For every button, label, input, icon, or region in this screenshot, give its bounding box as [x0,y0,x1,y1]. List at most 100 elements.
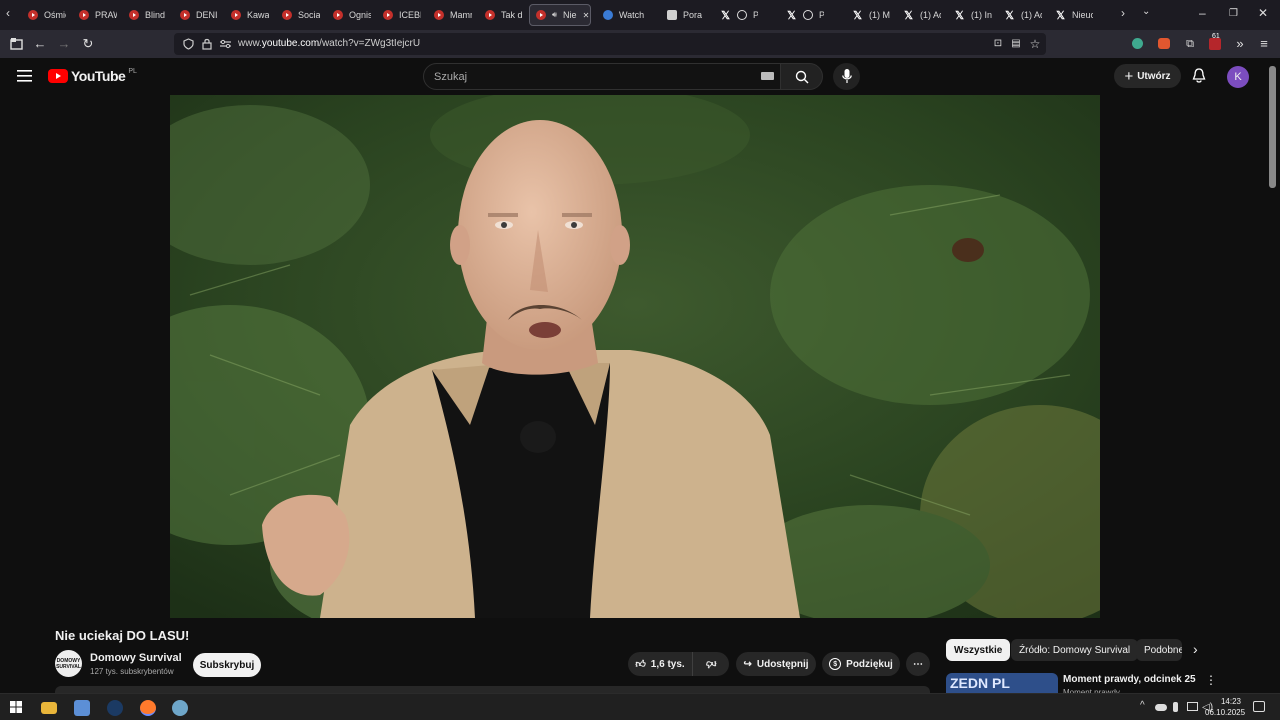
chip-all[interactable]: Wszystkie [946,639,1011,661]
channel-name[interactable]: Domowy Survival [90,652,182,664]
browser-tab[interactable]: Watch [597,4,657,26]
shield-icon[interactable] [183,38,194,50]
description-box[interactable] [55,686,930,693]
more-actions-button[interactable]: ⋯ [906,652,930,676]
tab-scroll-right-icon[interactable]: › [1121,6,1125,20]
youtube-icon [129,10,139,20]
browser-tab[interactable]: DENIS [174,4,218,26]
page-scrollbar-thumb[interactable] [1269,66,1276,188]
channel-avatar[interactable]: DOMOWY SURVIVAL [55,650,82,677]
browser-tab[interactable]: Tak d [479,4,523,26]
share-button[interactable]: ↪ Udostępnij [736,652,816,676]
tab-label: Blind [145,10,166,20]
url-bar[interactable]: www.youtube.com/watch?v=ZWg3tIejcrU ⊡ ▤ … [174,33,1046,55]
back-icon[interactable]: ← [32,36,48,52]
browser-tab[interactable]: 𝕏 (1) Ad [897,4,941,26]
onedrive-icon[interactable] [1155,704,1167,711]
video-frame [170,95,1100,618]
lock-icon[interactable] [202,38,212,50]
keyboard-icon[interactable] [761,72,774,80]
reader-view-icon[interactable]: ▤ [1008,36,1024,52]
notification-center-icon[interactable] [1253,701,1265,712]
network-icon[interactable] [1187,702,1198,711]
account-avatar[interactable]: K [1227,66,1249,88]
x-icon: 𝕏 [1056,9,1065,22]
browser-tab[interactable]: ICEBE [377,4,421,26]
subscriber-count: 127 tys. subskrybentów [90,667,174,676]
browser-tab[interactable]: 𝕏 (1) M [846,4,890,26]
browser-tab[interactable]: 🔊︎ Nie ✕ [529,4,591,26]
chips-next-icon[interactable]: › [1193,641,1198,657]
create-button[interactable]: + Utwórz [1114,64,1181,88]
youtube-logo-text: YouTube [71,68,126,84]
steam-icon[interactable] [107,700,123,716]
browser-tab[interactable]: Ośmio [22,4,66,26]
browser-tab[interactable]: PRAW [73,4,117,26]
next-video-title[interactable]: Moment prawdy, odcinek 25 [1063,674,1196,685]
network-app-icon[interactable] [74,700,90,716]
tab-label: Ognis [349,10,371,20]
browser-tab[interactable]: Social [276,4,320,26]
voice-search-button[interactable] [833,63,860,90]
youtube-icon [79,10,89,20]
like-count: 1,6 tys. [650,658,685,670]
reload-icon[interactable]: ↻ [80,36,96,52]
tray-chevron-icon[interactable]: ^ [1140,700,1145,711]
forward-icon[interactable]: → [56,36,72,52]
minimize-icon[interactable]: – [1199,6,1206,20]
browser-tab[interactable]: Ognis [327,4,371,26]
like-button[interactable]: 👍︎ 1,6 tys. [628,652,692,676]
tab-list-chevron-icon[interactable]: ⌄ [1142,6,1150,17]
screenshot-icon[interactable]: ⊡ [990,36,1006,52]
subscribe-button[interactable]: Subskrybuj [193,653,261,677]
restore-icon[interactable]: ❐ [1229,8,1238,19]
tab-scroll-left-icon[interactable]: ‹ [6,6,10,20]
browser-tab[interactable]: 𝕏 (1) Ad [998,4,1042,26]
permissions-icon[interactable] [220,39,231,49]
url-path: /watch?v=ZWg3tIejcrU [319,38,421,49]
menu-icon[interactable]: ≡ [1256,36,1272,52]
chip-related[interactable]: Podobne [1136,639,1182,661]
youtube-logo[interactable]: YouTube PL [48,68,137,84]
browser-tab[interactable]: 𝕏 (1) Int [948,4,992,26]
tab-label: (1) Ad [920,10,941,20]
browser-tab[interactable]: Pora [661,4,705,26]
super-thanks-icon: $ [829,658,842,670]
tab-label: ICEBE [399,10,421,20]
clock[interactable]: 14:23 06.10.2025 [1205,696,1245,718]
browser-tab[interactable]: Mamr [428,4,472,26]
chip-from-channel[interactable]: Źródło: Domowy Survival [1011,639,1139,661]
browser-tab[interactable]: 𝕏 Potęż [780,4,824,26]
extensions-icon[interactable]: ⧉ [1182,36,1198,52]
fox-extension-icon[interactable] [1158,38,1170,49]
browser-tab[interactable]: Kawal [225,4,269,26]
app-icon[interactable] [172,700,188,716]
overflow-chevrons-icon[interactable]: » [1232,36,1248,52]
browser-tab[interactable]: 𝕏 Potęż [714,4,758,26]
firefox-icon[interactable] [140,700,156,716]
speaker-icon[interactable]: 🔊︎ [552,10,557,20]
browser-tab[interactable]: 𝕏 Nieuc [1049,4,1093,26]
tab-label: Pora [683,10,703,20]
video-player[interactable] [170,95,1100,618]
search-input[interactable]: Szukaj [423,63,781,90]
next-video-thumbnail[interactable]: ZEDN PL [946,673,1058,693]
windows-start-icon[interactable] [10,701,22,713]
search-button[interactable] [780,63,823,90]
vpn-extension-icon[interactable] [1132,38,1143,49]
tab-close-icon[interactable]: ✕ [583,11,590,20]
next-video-menu-icon[interactable]: ⋮ [1205,673,1217,687]
youtube-icon [434,10,444,20]
bookmark-star-icon[interactable]: ☆ [1027,36,1043,52]
file-explorer-icon[interactable] [41,702,57,714]
window-close-icon[interactable]: ✕ [1258,6,1268,20]
thanks-button[interactable]: $ Podziękuj [822,652,900,676]
browser-tab[interactable]: Blind [123,4,167,26]
sidebar-toggle-icon[interactable] [10,38,23,50]
tab-label: Mamr [450,10,472,20]
mic-tray-icon[interactable] [1173,702,1178,712]
video-title: Nie uciekaj DO LASU! [55,628,190,643]
dislike-button[interactable]: 👍︎ [692,652,729,676]
hamburger-menu-icon[interactable] [17,70,32,82]
notifications-bell-icon[interactable] [1192,68,1206,84]
